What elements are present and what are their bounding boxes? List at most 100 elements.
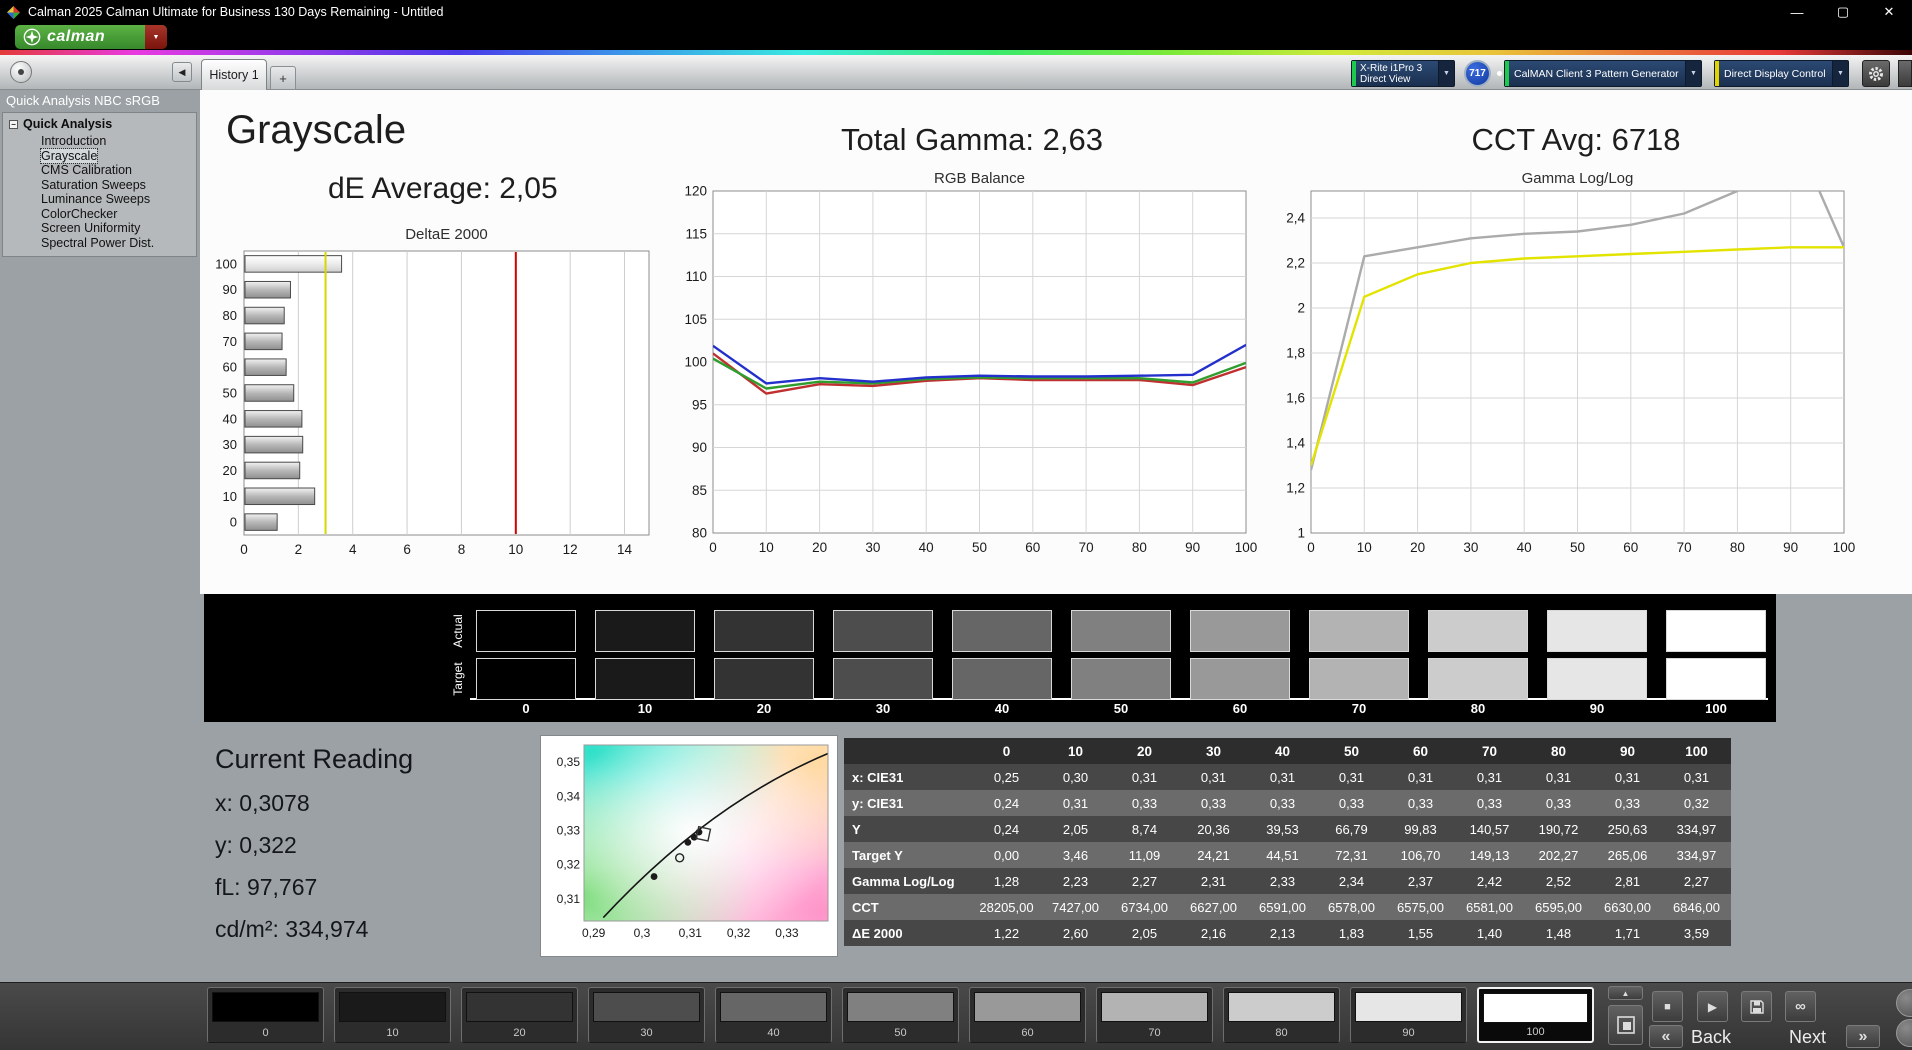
svg-text:70: 70 bbox=[1079, 540, 1094, 555]
pin-button[interactable] bbox=[10, 61, 32, 83]
chevron-down-icon[interactable]: ▼ bbox=[1438, 61, 1454, 86]
back-button[interactable]: Back bbox=[1691, 1027, 1731, 1048]
calman-menu-button[interactable]: calman ▼ bbox=[15, 25, 167, 49]
table-cell: 0,33 bbox=[1317, 790, 1386, 816]
table-cell: 0,33 bbox=[1248, 790, 1317, 816]
pattern-generator-name: CalMAN Client 3 Pattern Generator bbox=[1509, 68, 1685, 80]
sidebar-item-saturation-sweeps[interactable]: Saturation Sweeps bbox=[3, 178, 196, 193]
logo-menu-arrow-icon[interactable]: ▼ bbox=[145, 25, 167, 49]
patch-label: 40 bbox=[716, 1027, 831, 1039]
actual-swatch-50 bbox=[1071, 610, 1171, 652]
collapse-patch-bar-button[interactable]: ▲ bbox=[1608, 986, 1643, 1000]
target-swatch-40 bbox=[952, 658, 1052, 700]
table-cell: 0,33 bbox=[1455, 790, 1524, 816]
maximize-button[interactable]: ▢ bbox=[1820, 0, 1866, 24]
sidebar-item-screen-uniformity[interactable]: Screen Uniformity bbox=[3, 221, 196, 236]
sidebar-item-luminance-sweeps[interactable]: Luminance Sweeps bbox=[3, 192, 196, 207]
tab-history-1[interactable]: History 1 bbox=[201, 59, 267, 90]
patch-label: 0 bbox=[208, 1027, 323, 1039]
sidebar-item-colorchecker[interactable]: ColorChecker bbox=[3, 207, 196, 222]
display-control-dropdown[interactable]: Direct Display Control ▼ bbox=[1714, 60, 1849, 87]
table-cell: 0,32 bbox=[1662, 790, 1731, 816]
pattern-level-button-20[interactable]: 20 bbox=[461, 987, 578, 1043]
tree-collapse-toggle[interactable]: − bbox=[9, 120, 18, 129]
table-cell: 8,74 bbox=[1110, 816, 1179, 842]
cie-chart-panel: 0,310,320,330,340,350,290,30,310,320,33 bbox=[540, 735, 838, 957]
next-button[interactable]: Next bbox=[1789, 1027, 1826, 1048]
svg-text:80: 80 bbox=[1730, 540, 1745, 555]
close-button[interactable]: ✕ bbox=[1866, 0, 1912, 24]
pattern-level-button-60[interactable]: 60 bbox=[969, 987, 1086, 1043]
pattern-level-button-10[interactable]: 10 bbox=[334, 987, 451, 1043]
table-cell: 149,13 bbox=[1455, 842, 1524, 868]
table-cell: 2,31 bbox=[1179, 868, 1248, 894]
chevron-down-icon[interactable]: ▼ bbox=[1685, 61, 1701, 86]
chevron-down-icon[interactable]: ▼ bbox=[1832, 61, 1848, 86]
pattern-level-button-30[interactable]: 30 bbox=[588, 987, 705, 1043]
svg-text:60: 60 bbox=[1025, 540, 1040, 555]
sidebar-item-cms-calibration[interactable]: CMS Calibration bbox=[3, 163, 196, 178]
table-cell: 2,05 bbox=[1110, 920, 1179, 946]
pattern-window-button[interactable] bbox=[1608, 1005, 1643, 1045]
table-col-header: 90 bbox=[1593, 738, 1662, 764]
table-cell: 0,00 bbox=[972, 842, 1041, 868]
collapse-sidebar-button[interactable]: ◀ bbox=[172, 62, 192, 82]
svg-text:40: 40 bbox=[1517, 540, 1532, 555]
pattern-level-button-70[interactable]: 70 bbox=[1096, 987, 1213, 1043]
skip-next-button[interactable]: » bbox=[1846, 1025, 1880, 1048]
sidebar-item-grayscale[interactable]: Grayscale bbox=[3, 149, 196, 164]
table-cell: 202,27 bbox=[1524, 842, 1593, 868]
table-col-header: 30 bbox=[1179, 738, 1248, 764]
svg-text:6: 6 bbox=[403, 542, 411, 557]
rgb-balance-chart: RGB Balance80859095100105110115120010203… bbox=[668, 168, 1258, 581]
svg-text:10: 10 bbox=[759, 540, 774, 555]
skip-back-button[interactable]: « bbox=[1649, 1025, 1683, 1048]
svg-text:0,35: 0,35 bbox=[557, 755, 581, 769]
sidebar-item-spectral-power-dist[interactable]: Spectral Power Dist. bbox=[3, 236, 196, 251]
patch-label: 80 bbox=[1224, 1027, 1339, 1039]
table-cell: 1,22 bbox=[972, 920, 1041, 946]
actual-swatch-40 bbox=[952, 610, 1052, 652]
pattern-level-button-100[interactable]: 100 bbox=[1477, 987, 1594, 1043]
sidebar-item-introduction[interactable]: Introduction bbox=[3, 134, 196, 149]
tree-root-quick-analysis[interactable]: − Quick Analysis bbox=[3, 116, 196, 134]
continuous-loop-button[interactable]: ∞ bbox=[1785, 991, 1816, 1022]
level-label-100: 100 bbox=[1666, 701, 1766, 716]
actual-swatch-20 bbox=[714, 610, 814, 652]
settings-gear-button[interactable] bbox=[1862, 60, 1890, 87]
window-title: Calman 2025 Calman Ultimate for Business… bbox=[28, 5, 443, 19]
table-cell: 2,42 bbox=[1455, 868, 1524, 894]
calman-flower-icon bbox=[23, 28, 41, 46]
pattern-level-button-80[interactable]: 80 bbox=[1223, 987, 1340, 1043]
meter-profile-badge[interactable]: 717 bbox=[1464, 60, 1491, 87]
table-row: Gamma Log/Log1,282,232,272,312,332,342,3… bbox=[844, 868, 1731, 894]
save-button[interactable] bbox=[1741, 991, 1772, 1022]
tab-overflow-button[interactable] bbox=[1898, 60, 1912, 87]
edge-round-button[interactable] bbox=[1896, 1019, 1912, 1047]
table-cell: 2,81 bbox=[1593, 868, 1662, 894]
table-cell: 190,72 bbox=[1524, 816, 1593, 842]
table-row: ΔE 20001,222,602,052,162,131,831,551,401… bbox=[844, 920, 1731, 946]
table-cell: 44,51 bbox=[1248, 842, 1317, 868]
table-cell: 2,27 bbox=[1110, 868, 1179, 894]
svg-text:1: 1 bbox=[1297, 526, 1305, 541]
table-row: Y0,242,058,7420,3639,5366,7999,83140,571… bbox=[844, 816, 1731, 842]
svg-text:0,33: 0,33 bbox=[557, 823, 581, 837]
pattern-level-button-0[interactable]: 0 bbox=[207, 987, 324, 1043]
minimize-button[interactable]: — bbox=[1774, 0, 1820, 24]
pattern-level-button-90[interactable]: 90 bbox=[1350, 987, 1467, 1043]
pattern-generator-dropdown[interactable]: CalMAN Client 3 Pattern Generator ▼ bbox=[1504, 60, 1702, 87]
patch-swatch bbox=[593, 992, 700, 1022]
svg-text:50: 50 bbox=[223, 386, 237, 401]
meter-dropdown[interactable]: X-Rite i1Pro 3 Direct View ▼ bbox=[1351, 60, 1455, 87]
svg-text:20: 20 bbox=[1410, 540, 1425, 555]
table-cell: 6734,00 bbox=[1110, 894, 1179, 920]
play-button[interactable]: ▶ bbox=[1697, 991, 1728, 1022]
table-cell: 7427,00 bbox=[1041, 894, 1110, 920]
add-tab-button[interactable]: + bbox=[270, 66, 296, 90]
edge-round-button[interactable] bbox=[1896, 989, 1912, 1017]
pattern-level-button-50[interactable]: 50 bbox=[842, 987, 959, 1043]
stop-button[interactable]: ■ bbox=[1652, 991, 1683, 1022]
reading-x-value: x: 0,3078 bbox=[215, 790, 310, 817]
pattern-level-button-40[interactable]: 40 bbox=[715, 987, 832, 1043]
